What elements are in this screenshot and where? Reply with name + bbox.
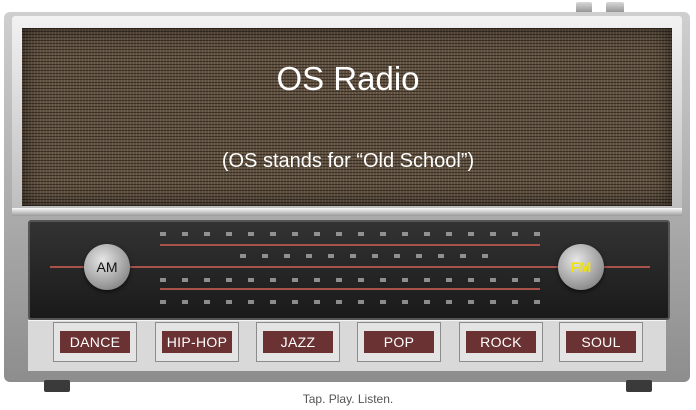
genre-button-rock[interactable]: ROCK (466, 331, 536, 353)
genre-button-frame-soul: SOUL (559, 322, 643, 362)
genre-button-frame-pop: POP (357, 322, 441, 362)
genre-button-hip-hop[interactable]: HIP-HOP (162, 331, 232, 353)
radio-foot-left (44, 380, 70, 392)
genre-button-dance[interactable]: DANCE (60, 331, 130, 353)
am-button[interactable]: AM (84, 244, 130, 290)
tagline: Tap. Play. Listen. (302, 392, 394, 406)
radio-foot-right (626, 380, 652, 392)
page-subtitle: (OS stands for “Old School”) (221, 150, 475, 172)
dial-scale-2 (240, 254, 500, 258)
genre-button-frame-dance: DANCE (53, 322, 137, 362)
genre-button-pop[interactable]: POP (364, 331, 434, 353)
genre-button-jazz[interactable]: JAZZ (263, 331, 333, 353)
page-title: OS Radio (276, 60, 420, 97)
speaker-grille (22, 28, 672, 206)
dial-line-3 (160, 288, 540, 290)
genre-button-frame-jazz: JAZZ (256, 322, 340, 362)
chrome-trim (12, 208, 682, 216)
dial-line-1 (160, 244, 540, 246)
dial-scale-4 (160, 300, 540, 304)
dial-scale-3 (160, 278, 540, 282)
genre-button-frame-rock: ROCK (459, 322, 543, 362)
dial-scale-1 (160, 232, 540, 236)
genre-button-soul[interactable]: SOUL (566, 331, 636, 353)
fm-button[interactable]: FM (558, 244, 604, 290)
genre-button-frame-hip-hop: HIP-HOP (155, 322, 239, 362)
